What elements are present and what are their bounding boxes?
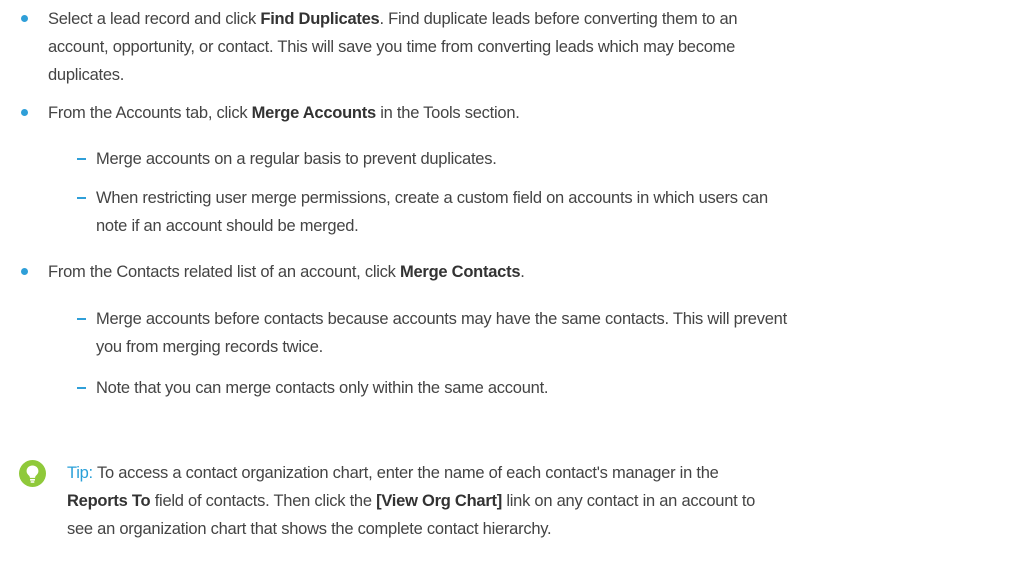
tip-line-2: Reports To field of contacts. Then click… [67,492,756,510]
dash-marker [77,197,86,199]
sub-item-2-2-line-2: note if an account should be merged. [96,217,359,235]
bullet-marker [21,109,28,116]
bullet-2-line-1: From the Accounts tab, click Merge Accou… [48,104,520,122]
dash-marker [77,158,86,160]
tip-line-1: Tip: To access a contact organization ch… [67,464,719,482]
view-org-chart-link[interactable]: [View Org Chart] [376,492,502,510]
sub-item-2-1: Merge accounts on a regular basis to pre… [96,150,497,168]
bullet-1-line-2: account, opportunity, or contact. This w… [48,38,736,56]
reports-to-term: Reports To [67,492,151,510]
dash-marker [77,318,86,320]
bullet-1-line-1: Select a lead record and click Find Dupl… [48,10,738,28]
merge-contacts-term: Merge Contacts [400,263,521,281]
bullet-marker [21,15,28,22]
bullet-1-line-3: duplicates. [48,66,125,84]
bullet-marker [21,268,28,275]
tip-label: Tip: [67,464,93,482]
dash-marker [77,387,86,389]
merge-accounts-term: Merge Accounts [251,104,377,122]
sub-item-2-2-line-1: When restricting user merge permissions,… [96,189,768,207]
find-duplicates-term: Find Duplicates [260,10,380,28]
lightbulb-icon [19,460,46,487]
sub-item-3-1-line-2: you from merging records twice. [96,338,323,356]
document-page: { "bullets": [ { "line1_pre": "Select a … [0,0,1027,583]
bullet-3-line-1: From the Contacts related list of an acc… [48,263,525,281]
tip-line-3: see an organization chart that shows the… [67,520,552,538]
sub-item-3-2: Note that you can merge contacts only wi… [96,379,549,397]
sub-item-3-1-line-1: Merge accounts before contacts because a… [96,310,787,328]
